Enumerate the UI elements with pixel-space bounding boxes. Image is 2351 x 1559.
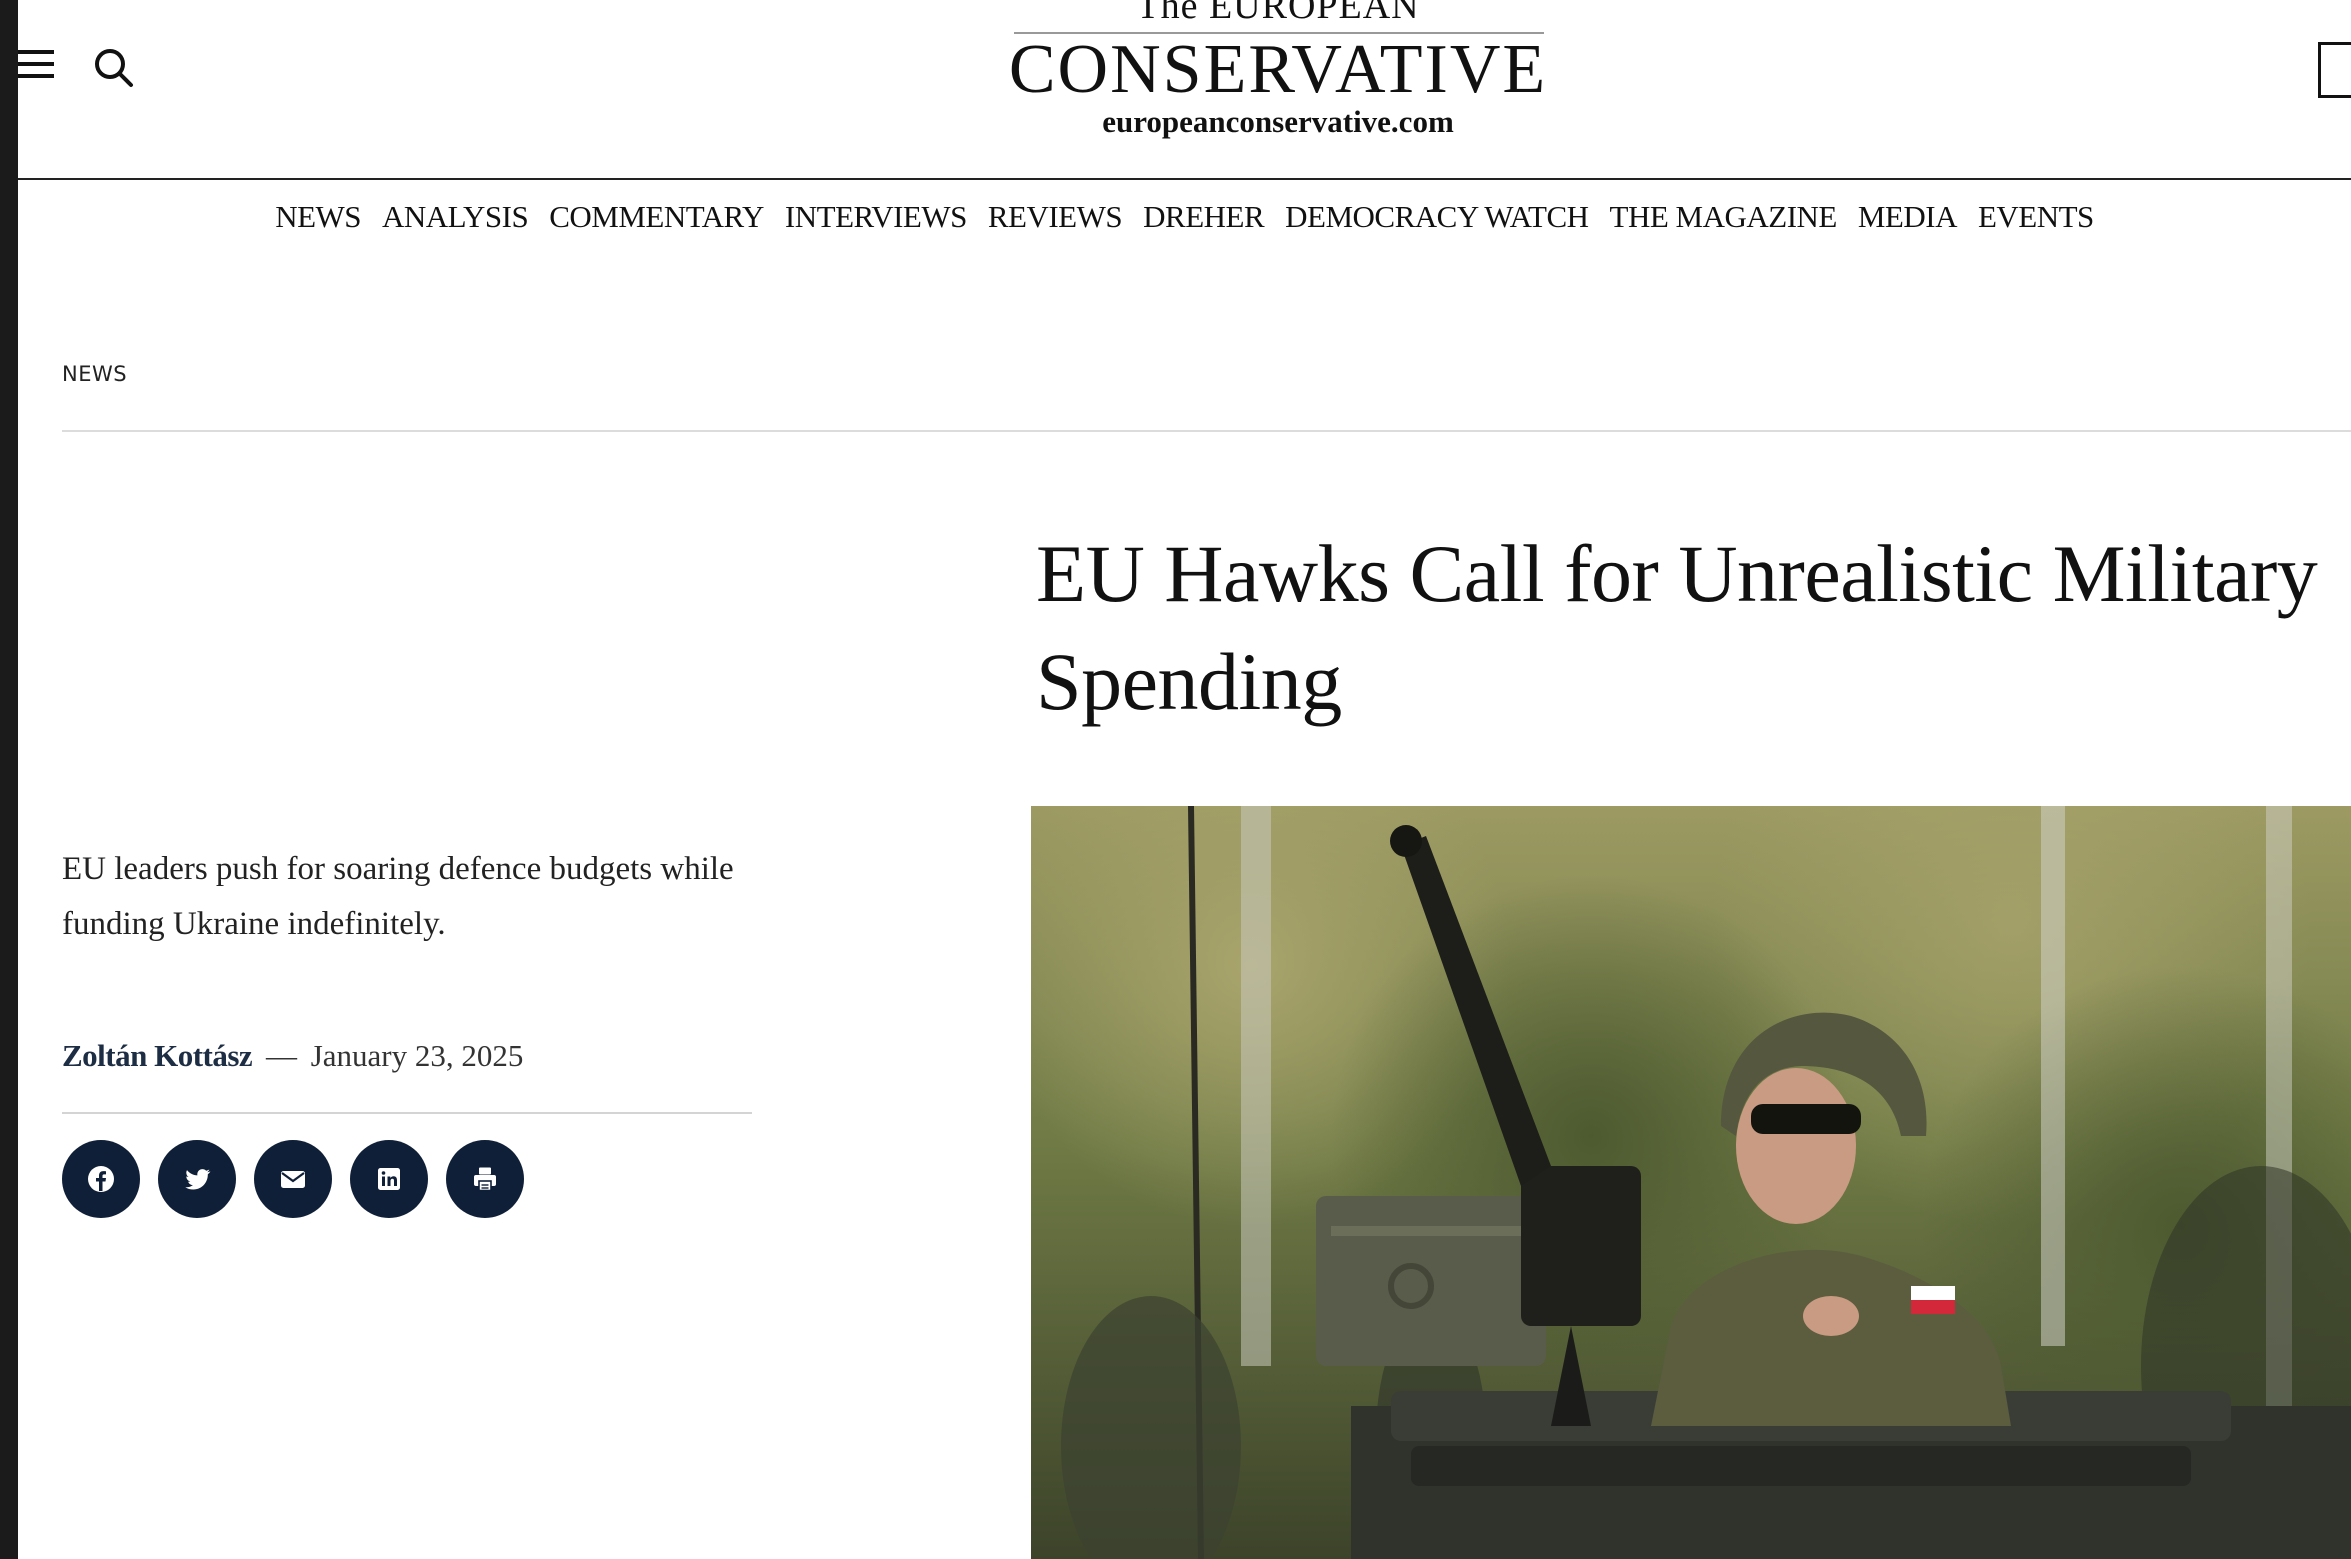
nav-item-news[interactable]: NEWS [275, 195, 361, 245]
byline-separator: — [265, 1038, 297, 1073]
byline-divider [62, 1112, 752, 1114]
site-logo[interactable]: The EUROPEAN CONSERVATIVE europeanconser… [998, 0, 1558, 150]
share-print-button[interactable] [446, 1140, 524, 1218]
share-linkedin-button[interactable] [350, 1140, 428, 1218]
share-twitter-button[interactable] [158, 1140, 236, 1218]
nav-item-analysis[interactable]: ANALYSIS [382, 195, 529, 245]
nav-item-events[interactable]: EVENTS [1978, 195, 2094, 245]
twitter-icon [185, 1169, 211, 1190]
linkedin-icon [378, 1168, 400, 1190]
print-icon [474, 1167, 496, 1192]
logo-url-text: europeanconservative.com [1102, 104, 1454, 139]
article-title: EU Hawks Call for Unrealistic Military S… [1036, 528, 2318, 727]
publish-date: January 23, 2025 [310, 1038, 524, 1073]
nav-item-dreher[interactable]: DREHER [1143, 195, 1265, 245]
nav-item-reviews[interactable]: REVIEWS [988, 195, 1123, 245]
logo-main-text: CONSERVATIVE [1008, 31, 1548, 108]
logo-top-text: The EUROPEAN [1136, 0, 1420, 27]
breadcrumb-category[interactable]: NEWS [62, 362, 127, 386]
nav-item-media[interactable]: MEDIA [1858, 195, 1958, 245]
search-icon[interactable] [92, 46, 136, 90]
author-link[interactable]: Zoltán Kottász [62, 1038, 253, 1073]
nav-item-democracy-watch[interactable]: DEMOCRACY WATCH [1285, 195, 1589, 245]
header-right-button[interactable] [2318, 42, 2351, 98]
email-icon [281, 1171, 305, 1188]
nav-item-the-magazine[interactable]: THE MAGAZINE [1610, 195, 1838, 245]
article-subtitle: EU leaders push for soaring defence budg… [62, 851, 734, 942]
hamburger-menu-icon[interactable] [18, 50, 54, 78]
share-email-button[interactable] [254, 1140, 332, 1218]
facebook-icon [88, 1166, 114, 1192]
byline: Zoltán Kottász — January 23, 2025 [62, 1038, 523, 1074]
share-buttons [62, 1140, 524, 1218]
nav-item-commentary[interactable]: COMMENTARY [549, 195, 764, 245]
breadcrumb-divider [62, 430, 2351, 432]
main-nav: NEWS ANALYSIS COMMENTARY INTERVIEWS REVI… [18, 195, 2351, 245]
share-facebook-button[interactable] [62, 1140, 140, 1218]
article-hero-image [1031, 806, 2351, 1559]
nav-item-interviews[interactable]: INTERVIEWS [785, 195, 967, 245]
site-header: The EUROPEAN CONSERVATIVE europeanconser… [18, 0, 2351, 180]
page: The EUROPEAN CONSERVATIVE europeanconser… [18, 0, 2351, 1559]
